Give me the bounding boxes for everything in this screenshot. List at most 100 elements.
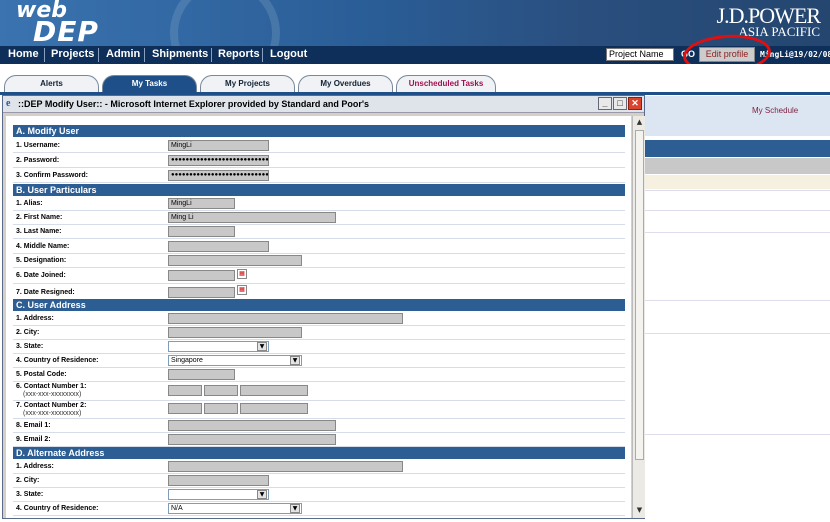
form-row: 8. Email 1: xyxy=(13,419,625,433)
menu-shipments[interactable]: Shipments xyxy=(152,48,208,62)
form-row: 1. Address: xyxy=(13,460,625,474)
form-row: 5. Postal Code: xyxy=(13,368,625,382)
date-joined-field[interactable] xyxy=(168,270,235,281)
state-label: 3. State: xyxy=(16,343,44,350)
state-select[interactable]: ▼ xyxy=(168,341,269,352)
form-row: 7. Contact Number 2: (xxx-xxx-xxxxxxxx) xyxy=(13,401,625,419)
window-titlebar[interactable]: e ::DEP Modify User:: - Microsoft Intern… xyxy=(3,96,644,113)
contact2-country-field[interactable] xyxy=(168,403,202,414)
last-name-label: 3. Last Name: xyxy=(16,228,62,235)
form-row: 7. Date Resigned: ▦ xyxy=(13,284,625,300)
ie-icon: e xyxy=(6,98,11,109)
menu-admin[interactable]: Admin xyxy=(106,48,140,62)
alt-address-label: 1. Address: xyxy=(16,463,54,470)
alt-state-select[interactable]: ▼ xyxy=(168,489,269,500)
tab-unscheduled-tasks[interactable]: Unscheduled Tasks xyxy=(396,75,496,92)
menu-reports[interactable]: Reports xyxy=(218,48,260,62)
alias-label: 1. Alias: xyxy=(16,200,43,207)
form-row: 3. Last Name: xyxy=(13,225,625,239)
chevron-down-icon: ▼ xyxy=(257,342,267,351)
project-select[interactable]: Project Name xyxy=(606,48,674,61)
alias-field[interactable]: MingLi xyxy=(168,198,235,209)
calendar-icon[interactable]: ▦ xyxy=(237,269,247,279)
contact1-label: 6. Contact Number 1: xyxy=(16,383,87,390)
first-name-field[interactable]: Ming Li xyxy=(168,212,336,223)
divider xyxy=(640,190,830,191)
contact2-area-field[interactable] xyxy=(204,403,238,414)
vertical-scrollbar[interactable]: ▲ ▼ xyxy=(632,116,645,518)
date-resigned-field[interactable] xyxy=(168,287,235,298)
contact1-number-field[interactable] xyxy=(240,385,308,396)
alt-city-field[interactable] xyxy=(168,475,269,486)
designation-label: 5. Designation: xyxy=(16,257,67,264)
tab-bar: Alerts My Tasks My Projects My Overdues … xyxy=(0,64,830,94)
form-row: 1. Address: xyxy=(13,312,625,326)
form-row: 2. City: xyxy=(13,326,625,340)
section-user-address: C. User Address xyxy=(13,299,625,311)
alt-city-label: 2. City: xyxy=(16,477,40,484)
date-resigned-label: 7. Date Resigned: xyxy=(16,289,75,296)
menu-separator xyxy=(262,48,263,62)
my-schedule-link[interactable]: My Schedule xyxy=(752,106,798,115)
maximize-icon[interactable]: □ xyxy=(613,97,627,110)
city-field[interactable] xyxy=(168,327,302,338)
address-label: 1. Address: xyxy=(16,315,54,322)
calendar-icon[interactable]: ▦ xyxy=(237,285,247,295)
email2-field[interactable] xyxy=(168,434,336,445)
first-name-label: 2. First Name: xyxy=(16,214,63,221)
chevron-down-icon: ▼ xyxy=(290,504,300,513)
alt-address-field[interactable] xyxy=(168,461,403,472)
username-label: 1. Username: xyxy=(16,142,60,149)
contact2-label: 7. Contact Number 2: xyxy=(16,402,87,409)
divider xyxy=(640,300,830,301)
email1-field[interactable] xyxy=(168,420,336,431)
form-row: 1. Alias: MingLi xyxy=(13,197,625,211)
divider xyxy=(640,210,830,211)
menu-separator xyxy=(211,48,212,62)
alt-country-select[interactable]: N/A ▼ xyxy=(168,503,302,514)
divider xyxy=(640,232,830,233)
country-select[interactable]: Singapore ▼ xyxy=(168,355,302,366)
globe-graphic xyxy=(170,0,280,46)
form-row: 6. Contact Number 1: (xxx-xxx-xxxxxxxx) xyxy=(13,382,625,401)
confirm-password-field[interactable]: ●●●●●●●●●●●●●●●●●●●●●●●●●●●●●● xyxy=(168,170,269,181)
close-icon[interactable]: ✕ xyxy=(628,97,642,110)
menu-logout[interactable]: Logout xyxy=(270,48,307,62)
scroll-up-icon[interactable]: ▲ xyxy=(634,117,645,128)
form-row: 9. Email 2: xyxy=(13,433,625,447)
form-row: 3. Confirm Password: ●●●●●●●●●●●●●●●●●●●… xyxy=(13,168,625,183)
contact2-hint: (xxx-xxx-xxxxxxxx) xyxy=(23,410,82,417)
designation-field[interactable] xyxy=(168,255,302,266)
middle-name-field[interactable] xyxy=(168,241,269,252)
section-user-particulars: B. User Particulars xyxy=(13,184,625,196)
scroll-thumb[interactable] xyxy=(635,130,644,460)
contact1-area-field[interactable] xyxy=(204,385,238,396)
modify-user-window: e ::DEP Modify User:: - Microsoft Intern… xyxy=(2,95,645,519)
tab-my-overdues[interactable]: My Overdues xyxy=(298,75,393,92)
contact1-hint: (xxx-xxx-xxxxxxxx) xyxy=(23,391,82,398)
contact2-number-field[interactable] xyxy=(240,403,308,414)
alt-country-value: N/A xyxy=(171,505,183,512)
last-name-field[interactable] xyxy=(168,226,235,237)
username-field[interactable]: MingLi xyxy=(168,140,269,151)
contact1-country-field[interactable] xyxy=(168,385,202,396)
form-row: 3. State: ▼ xyxy=(13,488,625,502)
form-row: 4. Country of Residence: Singapore ▼ xyxy=(13,354,625,368)
alt-state-label: 3. State: xyxy=(16,491,44,498)
tab-my-tasks[interactable]: My Tasks xyxy=(102,75,197,92)
menu-separator xyxy=(44,48,45,62)
address-field[interactable] xyxy=(168,313,403,324)
tab-my-projects[interactable]: My Projects xyxy=(200,75,295,92)
password-label: 2. Password: xyxy=(16,157,60,164)
form-row: 5. Designation: xyxy=(13,254,625,268)
postal-code-label: 5. Postal Code: xyxy=(16,371,67,378)
menu-projects[interactable]: Projects xyxy=(51,48,94,62)
scroll-down-icon[interactable]: ▼ xyxy=(634,505,645,516)
country-label: 4. Country of Residence: xyxy=(16,357,99,364)
password-field[interactable]: ●●●●●●●●●●●●●●●●●●●●●●●●●●●●●● xyxy=(168,155,269,166)
minimize-icon[interactable]: _ xyxy=(598,97,612,110)
postal-code-field[interactable] xyxy=(168,369,235,380)
chevron-down-icon: ▼ xyxy=(257,490,267,499)
menu-home[interactable]: Home xyxy=(8,48,39,62)
tab-alerts[interactable]: Alerts xyxy=(4,75,99,92)
